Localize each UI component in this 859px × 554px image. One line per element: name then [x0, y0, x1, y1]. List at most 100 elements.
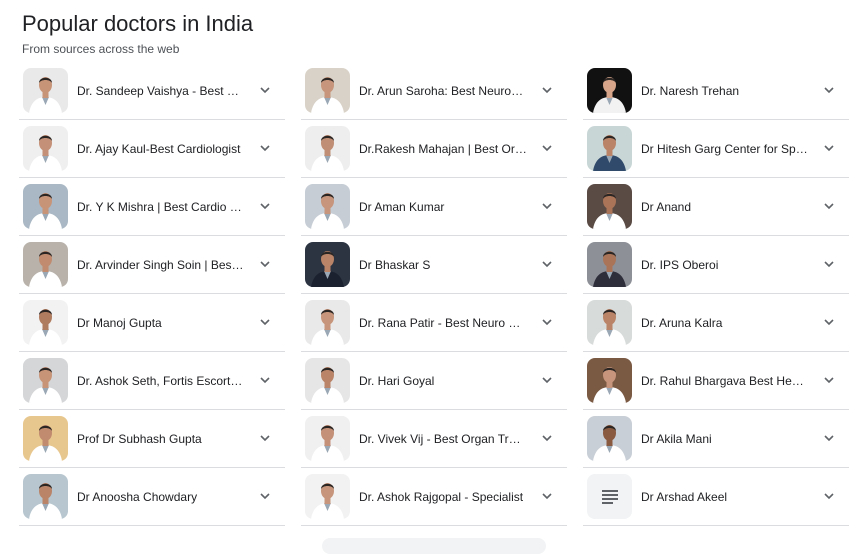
doctor-item[interactable]: Dr. Hari Goyal	[301, 352, 567, 410]
chevron-down-icon[interactable]	[823, 316, 835, 328]
doctor-photo	[23, 242, 68, 287]
chevron-down-icon[interactable]	[541, 258, 553, 270]
doctor-item[interactable]: Dr. Vivek Vij - Best Organ Transplant	[301, 410, 567, 468]
chevron-down-icon[interactable]	[259, 84, 271, 96]
doctor-photo	[587, 68, 632, 113]
page-title: Popular doctors in India	[22, 11, 254, 36]
doctor-item[interactable]: Dr. Aruna Kalra	[583, 294, 849, 352]
chevron-down-icon[interactable]	[823, 432, 835, 444]
doctor-name: Dr. Hari Goyal	[359, 373, 435, 388]
more-button[interactable]	[322, 538, 546, 554]
doctor-photo	[305, 474, 350, 519]
doctor-photo	[23, 416, 68, 461]
chevron-down-icon[interactable]	[259, 490, 271, 502]
doctor-item[interactable]: Dr Hitesh Garg Center for Spine	[583, 120, 849, 178]
doctor-name: Dr Manoj Gupta	[77, 315, 162, 330]
chevron-down-icon[interactable]	[541, 142, 553, 154]
doctor-name: Dr. Arvinder Singh Soin | Best Liver Sur…	[77, 257, 245, 272]
chevron-down-icon[interactable]	[823, 200, 835, 212]
chevron-down-icon[interactable]	[823, 84, 835, 96]
doctor-photo	[587, 242, 632, 287]
doctor-item[interactable]: Dr. Y K Mishra | Best Cardio Surgeon	[19, 178, 285, 236]
doctor-photo	[305, 358, 350, 403]
doctor-name: Dr Arshad Akeel	[641, 489, 728, 504]
doctor-name: Dr. Rahul Bhargava Best Hematologist	[641, 373, 809, 388]
chevron-down-icon[interactable]	[823, 374, 835, 386]
document-icon	[587, 474, 632, 519]
doctor-name: Dr. Sandeep Vaishya - Best Neurosurgeon	[77, 83, 245, 98]
chevron-down-icon[interactable]	[259, 374, 271, 386]
doctor-photo	[587, 416, 632, 461]
doctor-photo	[23, 68, 68, 113]
doctor-photo	[305, 184, 350, 229]
chevron-down-icon[interactable]	[541, 200, 553, 212]
doctor-name: Dr Anoosha Chowdary	[77, 489, 198, 504]
doctor-name: Dr. Ajay Kaul-Best Cardiologist	[77, 141, 241, 156]
doctor-name: Dr. Rana Patir - Best Neuro Surgeon	[359, 315, 527, 330]
doctor-photo	[587, 300, 632, 345]
chevron-down-icon[interactable]	[259, 142, 271, 154]
page-subtitle: From sources across the web	[22, 42, 180, 56]
doctor-photo	[587, 126, 632, 171]
doctor-item[interactable]: Dr. Ajay Kaul-Best Cardiologist	[19, 120, 285, 178]
chevron-down-icon[interactable]	[259, 258, 271, 270]
doctor-item[interactable]: Dr. Arun Saroha: Best Neurosurgeon	[301, 62, 567, 120]
doctor-photo	[23, 126, 68, 171]
doctor-item[interactable]: Dr. Ashok Rajgopal - Specialist	[301, 468, 567, 526]
chevron-down-icon[interactable]	[823, 258, 835, 270]
doctor-item[interactable]: Dr. Sandeep Vaishya - Best Neurosurgeon	[19, 62, 285, 120]
doctor-item[interactable]: Dr. Rahul Bhargava Best Hematologist	[583, 352, 849, 410]
chevron-down-icon[interactable]	[541, 490, 553, 502]
doctors-grid: Dr. Sandeep Vaishya - Best Neurosurgeon D…	[19, 62, 849, 526]
chevron-down-icon[interactable]	[541, 432, 553, 444]
doctor-item[interactable]: Dr. IPS Oberoi	[583, 236, 849, 294]
doctor-name: Dr Akila Mani	[641, 431, 712, 446]
doctor-item[interactable]: Dr. Rana Patir - Best Neuro Surgeon	[301, 294, 567, 352]
doctor-photo	[305, 300, 350, 345]
doctor-photo	[305, 126, 350, 171]
doctor-name: Dr.Rakesh Mahajan | Best Organ Transplan…	[359, 141, 527, 156]
chevron-down-icon[interactable]	[823, 142, 835, 154]
doctor-name: Dr. Ashok Seth, Fortis Escorts Heart	[77, 373, 245, 388]
doctor-item[interactable]: Dr Bhaskar S	[301, 236, 567, 294]
doctor-name: Dr Hitesh Garg Center for Spine	[641, 141, 809, 156]
doctor-item[interactable]: Dr. Ashok Seth, Fortis Escorts Heart	[19, 352, 285, 410]
doctor-name: Dr. Aruna Kalra	[641, 315, 723, 330]
doctor-name: Dr. Ashok Rajgopal - Specialist	[359, 489, 524, 504]
doctor-item[interactable]: Dr. Naresh Trehan	[583, 62, 849, 120]
doctor-item[interactable]: Dr Anand	[583, 178, 849, 236]
doctor-name: Dr. Arun Saroha: Best Neurosurgeon	[359, 83, 527, 98]
chevron-down-icon[interactable]	[259, 200, 271, 212]
chevron-down-icon[interactable]	[541, 84, 553, 96]
doctor-item[interactable]: Dr Anoosha Chowdary	[19, 468, 285, 526]
doctor-photo	[23, 474, 68, 519]
doctor-item[interactable]: Prof Dr Subhash Gupta	[19, 410, 285, 468]
chevron-down-icon[interactable]	[259, 432, 271, 444]
doctor-name: Dr. IPS Oberoi	[641, 257, 719, 272]
doctor-item[interactable]: Dr Manoj Gupta	[19, 294, 285, 352]
doctor-item[interactable]: Dr. Arvinder Singh Soin | Best Liver Sur…	[19, 236, 285, 294]
doctor-name: Dr. Y K Mishra | Best Cardio Surgeon	[77, 199, 245, 214]
doctor-photo	[587, 184, 632, 229]
doctor-photo	[23, 300, 68, 345]
doctor-photo	[305, 416, 350, 461]
chevron-down-icon[interactable]	[823, 490, 835, 502]
chevron-down-icon[interactable]	[541, 374, 553, 386]
doctor-name: Prof Dr Subhash Gupta	[77, 431, 202, 446]
doctor-item[interactable]: Dr Akila Mani	[583, 410, 849, 468]
doctor-item[interactable]: Dr Arshad Akeel	[583, 468, 849, 526]
doctor-photo	[23, 184, 68, 229]
doctor-name: Dr Anand	[641, 199, 692, 214]
chevron-down-icon[interactable]	[541, 316, 553, 328]
doctor-photo	[23, 358, 68, 403]
doctor-name: Dr Aman Kumar	[359, 199, 445, 214]
doctor-name: Dr. Naresh Trehan	[641, 83, 740, 98]
doctor-name: Dr. Vivek Vij - Best Organ Transplant	[359, 431, 527, 446]
doctor-photo	[587, 358, 632, 403]
doctor-item[interactable]: Dr Aman Kumar	[301, 178, 567, 236]
doctor-photo	[305, 68, 350, 113]
chevron-down-icon[interactable]	[259, 316, 271, 328]
doctor-name: Dr Bhaskar S	[359, 257, 431, 272]
doctor-photo	[305, 242, 350, 287]
doctor-item[interactable]: Dr.Rakesh Mahajan | Best Organ Transplan…	[301, 120, 567, 178]
